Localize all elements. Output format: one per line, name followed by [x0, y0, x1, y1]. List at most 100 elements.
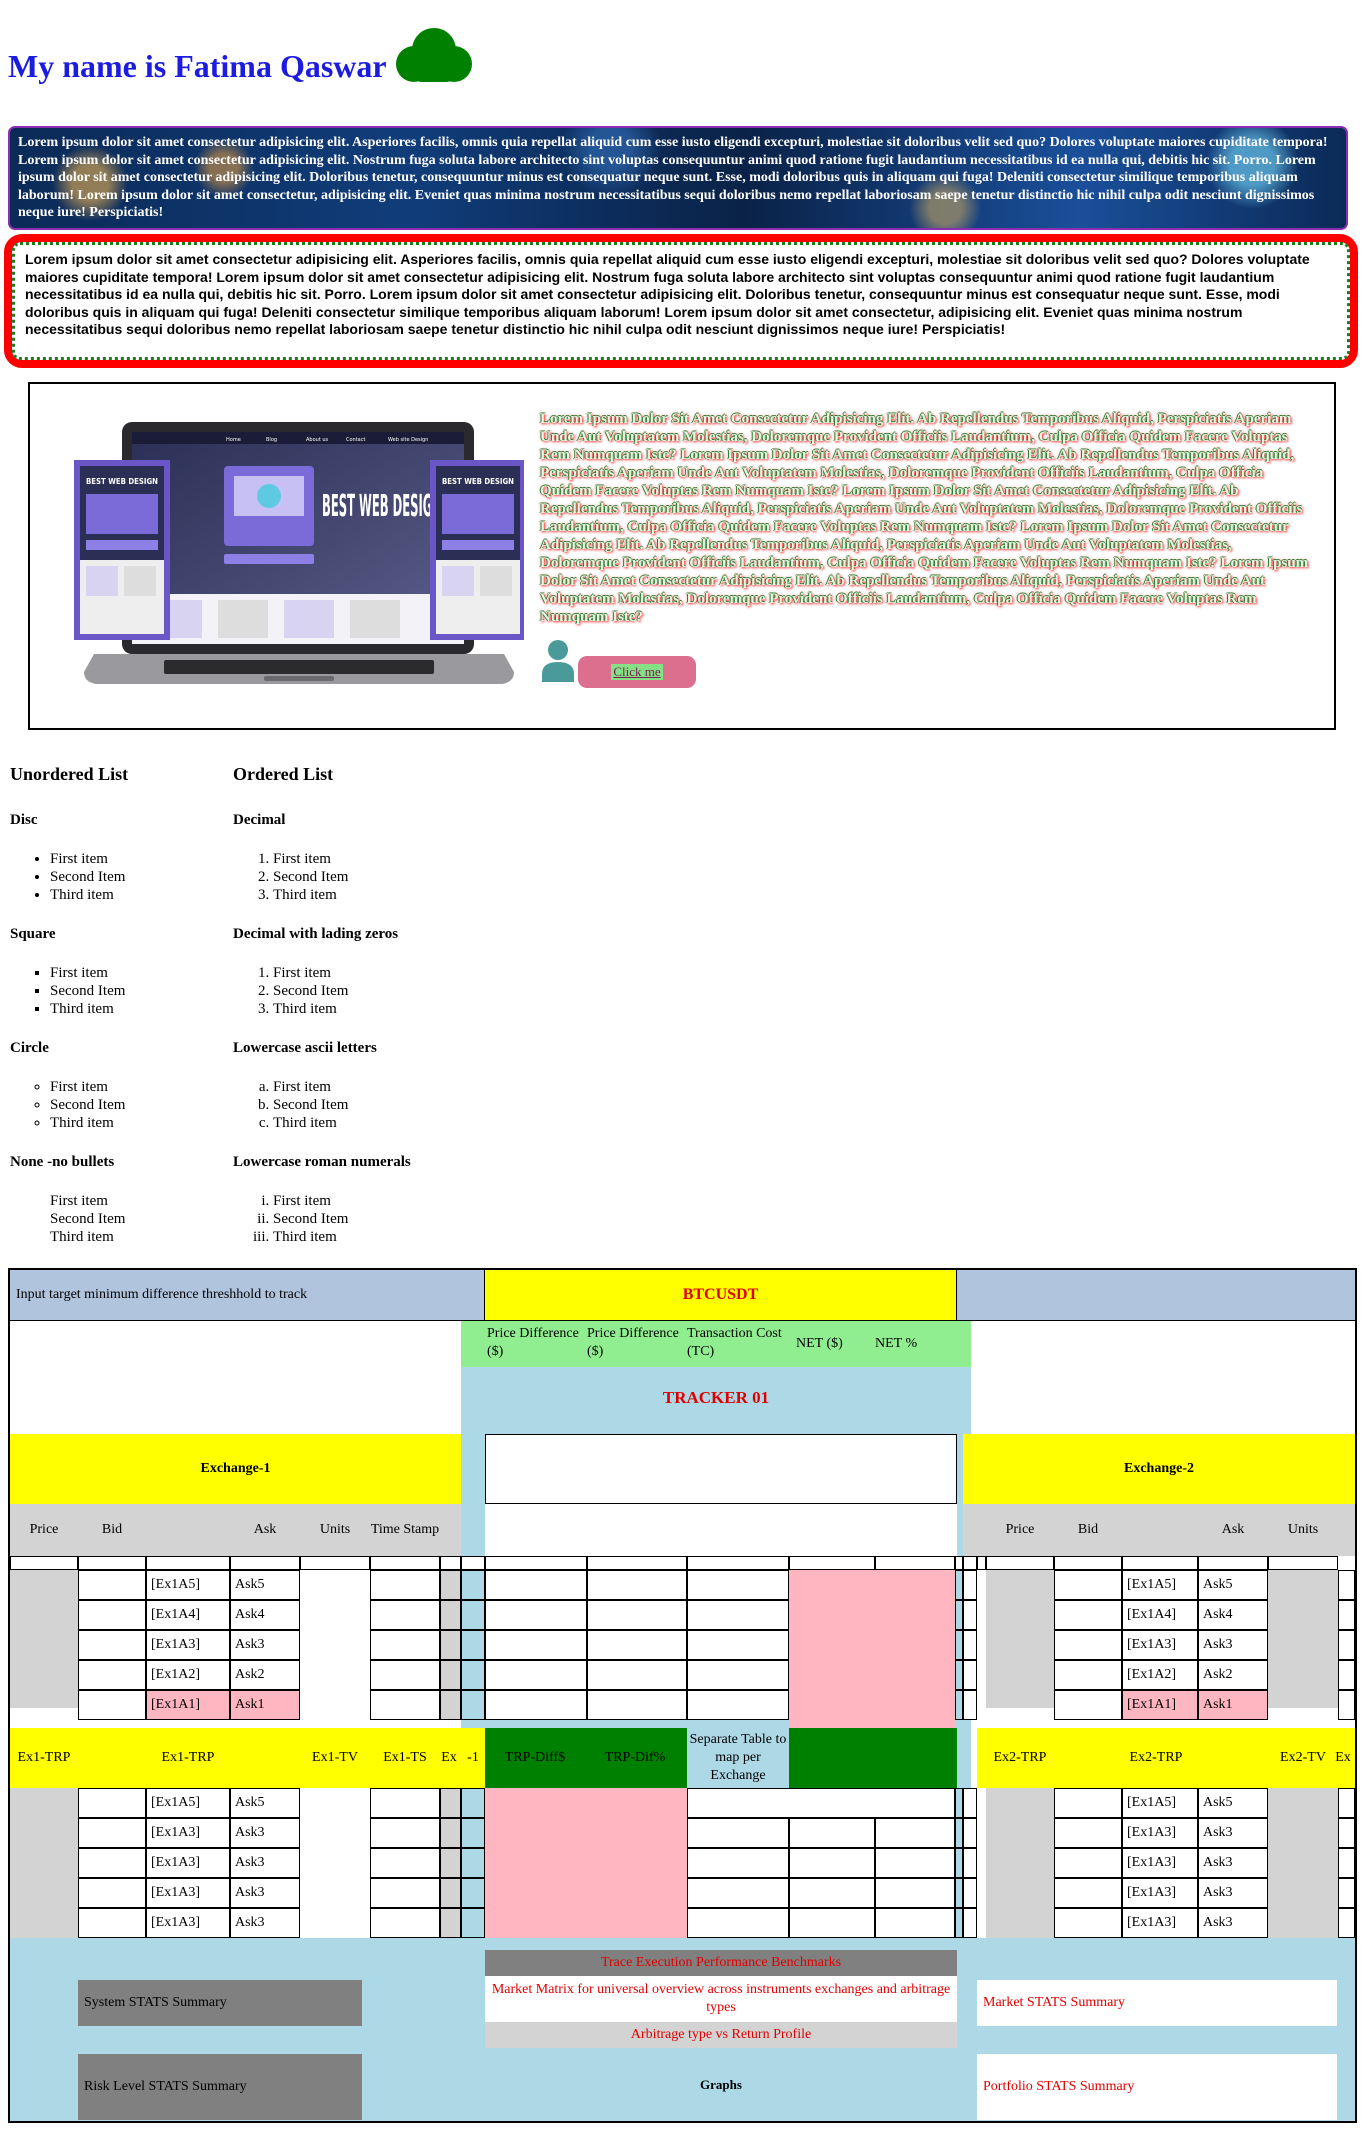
stat-cell[interactable]: [875, 1878, 955, 1908]
ex2-bid-cell[interactable]: [1054, 1600, 1122, 1630]
ex1-bid-cell[interactable]: [78, 1848, 146, 1878]
ex2-extra-cell: [1338, 1690, 1355, 1720]
stat-cell[interactable]: [485, 1570, 587, 1600]
stat-cell[interactable]: [687, 1660, 789, 1690]
ex1-timestamp-cell[interactable]: [370, 1788, 440, 1818]
ex2-sep-cell: [963, 1848, 977, 1878]
ex1-ask-label: Ask4: [230, 1600, 300, 1630]
stat-cell[interactable]: [587, 1660, 687, 1690]
ex2-bid-cell[interactable]: [1054, 1908, 1122, 1938]
stat-cell[interactable]: [687, 1848, 789, 1878]
stat-header-price-diff-1: Price Difference ($): [487, 1326, 579, 1359]
stat-cell[interactable]: [789, 1908, 875, 1938]
spacer-cell: [461, 1556, 485, 1570]
ex1-timestamp-cell[interactable]: [370, 1818, 440, 1848]
ex1-bid-cell[interactable]: [78, 1818, 146, 1848]
stat-cell[interactable]: [687, 1690, 789, 1720]
stat-cell[interactable]: [687, 1570, 789, 1600]
spacer-cell: [955, 1556, 963, 1570]
click-me-button[interactable]: Click me: [578, 656, 696, 688]
right-mockup-heading: BEST WEB DESIGN: [442, 477, 514, 486]
stat-cell[interactable]: [687, 1878, 789, 1908]
spacer-cell: [687, 1556, 789, 1570]
stat-cell[interactable]: [687, 1630, 789, 1660]
ex2-units-column: [1268, 1560, 1338, 1708]
ex2-bid-cell[interactable]: [1054, 1848, 1122, 1878]
market-matrix: Market Matrix for universal overview acr…: [485, 1976, 957, 2022]
ex2-sep-cell: [955, 1600, 963, 1630]
stat-cell[interactable]: [485, 1660, 587, 1690]
bench-title: Trace Execution Performance Benchmarks: [485, 1950, 957, 1976]
stat-cell[interactable]: [687, 1908, 789, 1938]
stat-cell[interactable]: [687, 1788, 955, 1818]
stat-cell[interactable]: [587, 1570, 687, 1600]
trp-diff-highlight-block: [485, 1788, 687, 1938]
spacer-cell: [963, 1556, 977, 1570]
stat-cell[interactable]: [587, 1630, 687, 1660]
none-heading: None -no bullets: [10, 1154, 115, 1170]
ex2-bid-cell[interactable]: [1054, 1660, 1122, 1690]
ex1-timestamp-cell[interactable]: [370, 1848, 440, 1878]
stat-cell[interactable]: [875, 1908, 955, 1938]
ex1-ask-label: Ask5: [230, 1570, 300, 1600]
spacer-cell: [440, 1556, 461, 1570]
stat-cell[interactable]: [485, 1600, 587, 1630]
ex1-bid-cell[interactable]: [78, 1908, 146, 1938]
ex2-bid-cell[interactable]: [1054, 1878, 1122, 1908]
stat-cell[interactable]: [789, 1878, 875, 1908]
stat-cell[interactable]: [485, 1690, 587, 1720]
ex1-timestamp-cell[interactable]: [370, 1690, 440, 1720]
stat-cell[interactable]: [687, 1600, 789, 1630]
ex1-timestamp-cell[interactable]: [370, 1630, 440, 1660]
ex1-col-timestamp: Time Stamp: [370, 1522, 440, 1537]
cloud-icon: [396, 28, 472, 82]
ex1-bid-cell[interactable]: [78, 1570, 146, 1600]
ex1-timestamp-cell[interactable]: [370, 1908, 440, 1938]
ex1-bid-cell[interactable]: [78, 1630, 146, 1660]
feature-card: Home Blog About us Contact Web site Desi…: [28, 382, 1336, 730]
stat-header-tc: Transaction Cost (TC): [687, 1326, 782, 1359]
ex2-bid-cell[interactable]: [1054, 1690, 1122, 1720]
ex1-timestamp-cell[interactable]: [370, 1660, 440, 1690]
ex1-minus-one: -1: [461, 1728, 485, 1788]
list-item: First item: [273, 850, 348, 868]
list-item: Third item: [273, 1228, 348, 1246]
list-item: First item: [50, 1193, 108, 1209]
stat-cell[interactable]: [587, 1600, 687, 1630]
laptop-nav-design: Web site Design: [388, 437, 428, 443]
ex1-ask-label: Ask3: [230, 1878, 300, 1908]
spacer-cell: [986, 1556, 1054, 1570]
laptop-nav-about: About us: [306, 437, 329, 443]
ex1-bid-cell[interactable]: [78, 1690, 146, 1720]
ex2-ask-id: [Ex1A3]: [1122, 1878, 1198, 1908]
ex1-sep-cell: [461, 1630, 485, 1660]
ex2-ask-id: [Ex1A1]: [1122, 1690, 1198, 1720]
tracker-input-box[interactable]: [485, 1434, 957, 1504]
stat-cell[interactable]: [789, 1818, 875, 1848]
ex2-bid-cell[interactable]: [1054, 1818, 1122, 1848]
ex1-timestamp-cell[interactable]: [370, 1570, 440, 1600]
stat-cell[interactable]: [875, 1848, 955, 1878]
laptop-heading-large: BEST WEB DESIGN: [322, 489, 442, 524]
ex1-bid-cell[interactable]: [78, 1660, 146, 1690]
ex1-timestamp-cell[interactable]: [370, 1878, 440, 1908]
ex1-bid-cell[interactable]: [78, 1878, 146, 1908]
stat-cell[interactable]: [875, 1818, 955, 1848]
ex1-bid-cell[interactable]: [78, 1600, 146, 1630]
ex1-extra-cell: [440, 1690, 461, 1720]
ex1-bid-cell[interactable]: [78, 1788, 146, 1818]
ex2-ask-label: Ask3: [1198, 1908, 1268, 1938]
decimal-zeros-list: First item Second Item Third item: [233, 964, 348, 1018]
stat-cell[interactable]: [587, 1690, 687, 1720]
ex2-bid-cell[interactable]: [1054, 1570, 1122, 1600]
list-item: First item: [273, 1078, 348, 1096]
stat-cell[interactable]: [485, 1630, 587, 1660]
ex2-bid-cell[interactable]: [1054, 1788, 1122, 1818]
ex2-bid-cell[interactable]: [1054, 1630, 1122, 1660]
stat-cell[interactable]: [789, 1848, 875, 1878]
ex1-ask-label: Ask5: [230, 1788, 300, 1818]
stat-cell[interactable]: [687, 1818, 789, 1848]
ex2-sep-cell: [955, 1848, 963, 1878]
ex2-ask-label: Ask5: [1198, 1570, 1268, 1600]
ex1-timestamp-cell[interactable]: [370, 1600, 440, 1630]
